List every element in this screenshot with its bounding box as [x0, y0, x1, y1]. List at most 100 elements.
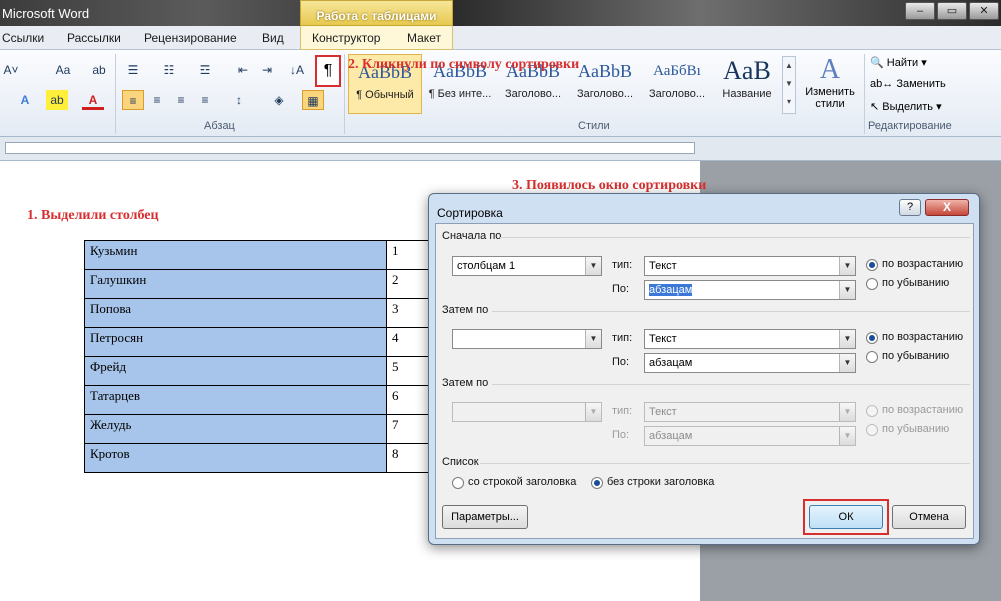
style-label: Название — [722, 88, 772, 100]
help-button[interactable]: ? — [899, 199, 921, 216]
then-by-label: Затем по — [442, 377, 489, 389]
sort2-descending-radio[interactable] — [866, 351, 878, 363]
sort2-ascending-radio[interactable] — [866, 332, 878, 344]
table-tools-context-label: Работа с таблицами — [300, 0, 453, 26]
name-cell[interactable]: Попова — [84, 298, 387, 328]
ok-button[interactable]: ОК — [809, 505, 883, 529]
ruler-scale[interactable] — [5, 142, 695, 154]
font-grow-icon[interactable]: A˅ — [0, 60, 22, 80]
style-title[interactable]: AaB Название — [714, 54, 780, 114]
style-heading-3[interactable]: АаБбВı Заголово... — [642, 54, 712, 114]
sort1-by-select[interactable]: абзацам ▼ — [644, 280, 856, 300]
multilevel-list-icon[interactable]: ☲ — [194, 60, 216, 80]
name-cell[interactable]: Фрейд — [84, 356, 387, 386]
group-line — [492, 311, 970, 312]
table-row[interactable]: Кузьмин 1 — [84, 240, 447, 270]
highlight-icon[interactable]: ab — [46, 90, 68, 110]
decrease-indent-icon[interactable]: ⇤ — [232, 60, 254, 80]
tab-constructor[interactable]: Конструктор — [312, 31, 380, 45]
align-center-icon[interactable]: ≡ — [146, 90, 168, 110]
style-heading-2[interactable]: AaBbB Заголово... — [570, 54, 640, 114]
tab-references[interactable]: Ссылки — [2, 31, 44, 45]
group-line — [500, 237, 970, 238]
replace-icon: ab↔ — [870, 78, 894, 90]
document-table[interactable]: Кузьмин 1 Галушкин 2 Попова 3 Петросян 4 Фрейд 5 Т… — [84, 240, 447, 473]
sort3-ascending-radio[interactable] — [866, 405, 878, 417]
sort1-ascending-label: по возрастанию — [882, 258, 964, 270]
cancel-button[interactable]: Отмена — [892, 505, 966, 529]
style-label: ¶ Обычный — [356, 89, 414, 101]
tab-layout[interactable]: Макет — [407, 31, 441, 45]
justify-icon[interactable]: ≡ — [194, 90, 216, 110]
font-color-icon[interactable]: A — [82, 90, 104, 110]
list-label: Список — [442, 456, 479, 468]
table-row[interactable]: Фрейд 5 — [84, 356, 447, 386]
numbering-icon[interactable]: ☷ — [158, 60, 180, 80]
sort3-by-value: абзацам — [649, 430, 693, 442]
align-right-icon[interactable]: ≡ — [170, 90, 192, 110]
sort1-field-select[interactable]: столбцам 1 ▼ — [452, 256, 602, 276]
select-label: Выделить — [882, 101, 934, 113]
table-row[interactable]: Желудь 7 — [84, 414, 447, 444]
sort3-descending-radio[interactable] — [866, 424, 878, 436]
styles-scroll-icon[interactable]: ▲ ▼ ▾ — [782, 56, 796, 114]
sort3-type-select[interactable]: Текст ▼ — [644, 402, 856, 422]
table-row[interactable]: Татарцев 6 — [84, 385, 447, 415]
tab-view[interactable]: Вид — [262, 31, 284, 45]
borders-icon[interactable]: ▦ — [302, 90, 324, 110]
name-cell[interactable]: Кузьмин — [84, 240, 387, 270]
table-row[interactable]: Галушкин 2 — [84, 269, 447, 299]
styles-group-label: Стили — [578, 120, 610, 132]
change-styles-button[interactable]: A Изменить стили — [800, 54, 860, 116]
sort-dialog: Сортировка ? X Сначала по столбцам 1 ▼ ти… — [428, 193, 980, 545]
paragraph-group-label: Абзац — [204, 120, 235, 132]
tab-review[interactable]: Рецензирование — [144, 31, 237, 45]
sort2-field-select[interactable]: ▼ — [452, 329, 602, 349]
sort1-type-select[interactable]: Текст ▼ — [644, 256, 856, 276]
change-case-button[interactable]: Aa — [48, 60, 78, 80]
replace-button[interactable]: ab↔ Заменить — [870, 78, 946, 90]
dropdown-arrow-icon: ▼ — [585, 403, 601, 421]
sort3-descending-label: по убыванию — [882, 423, 950, 435]
sort2-type-select[interactable]: Текст ▼ — [644, 329, 856, 349]
name-cell[interactable]: Татарцев — [84, 385, 387, 415]
show-formatting-marks-button[interactable]: ¶ — [315, 55, 341, 87]
sort1-type-value: Текст — [649, 260, 677, 272]
table-row[interactable]: Петросян 4 — [84, 327, 447, 357]
clear-format-icon[interactable]: ab — [88, 60, 110, 80]
maximize-button[interactable]: ▭ — [937, 2, 967, 20]
with-header-radio[interactable] — [452, 477, 464, 489]
close-dialog-button[interactable]: X — [925, 199, 969, 216]
group-line — [480, 463, 970, 464]
name-cell[interactable]: Кротов — [84, 443, 387, 473]
align-left-icon[interactable]: ≡ — [122, 90, 144, 110]
increase-indent-icon[interactable]: ⇥ — [256, 60, 278, 80]
tab-mailings[interactable]: Рассылки — [67, 31, 121, 45]
text-effects-icon[interactable]: A — [14, 90, 36, 110]
sort-icon[interactable]: ↓A — [286, 60, 308, 80]
table-row[interactable]: Попова 3 — [84, 298, 447, 328]
without-header-radio[interactable] — [591, 477, 603, 489]
change-styles-icon: A — [819, 54, 841, 85]
name-cell[interactable]: Петросян — [84, 327, 387, 357]
then-by-label: Затем по — [442, 304, 489, 316]
minimize-button[interactable]: – — [905, 2, 935, 20]
options-button[interactable]: Параметры... — [442, 505, 528, 529]
bullets-icon[interactable]: ☰ — [122, 60, 144, 80]
style-preview: AaB — [723, 56, 771, 85]
name-cell[interactable]: Галушкин — [84, 269, 387, 299]
shading-icon[interactable]: ◈ — [268, 90, 290, 110]
sort1-field-value: столбцам 1 — [457, 260, 516, 272]
sort1-descending-radio[interactable] — [866, 278, 878, 290]
sort1-ascending-radio[interactable] — [866, 259, 878, 271]
line-spacing-icon[interactable]: ↕ — [228, 90, 250, 110]
sort3-by-select[interactable]: абзацам ▼ — [644, 426, 856, 446]
sort2-by-select[interactable]: абзацам ▼ — [644, 353, 856, 373]
close-window-button[interactable]: ✕ — [969, 2, 999, 20]
annotation-step-2: 2. Кликнули по символу сортировки — [348, 57, 580, 72]
select-button[interactable]: ↖ Выделить ▾ — [870, 100, 942, 113]
table-row[interactable]: Кротов 8 — [84, 443, 447, 473]
find-button[interactable]: 🔍 Найти ▾ — [870, 56, 927, 69]
sort3-field-select[interactable]: ▼ — [452, 402, 602, 422]
name-cell[interactable]: Желудь — [84, 414, 387, 444]
